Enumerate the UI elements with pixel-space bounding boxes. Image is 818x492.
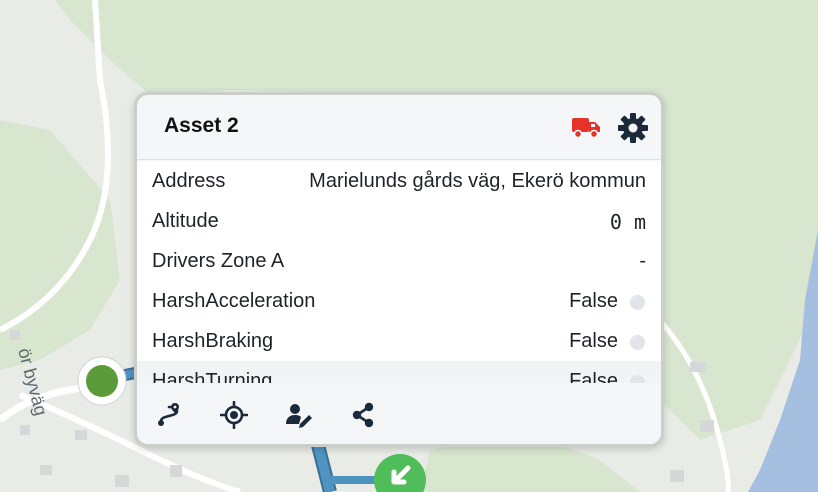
row-label: HarshBraking (152, 330, 274, 352)
row-harsh-turning: HarshTurning False (137, 361, 661, 383)
row-value: - (639, 250, 646, 272)
attribute-list[interactable]: Address Marielunds gårds väg, Ekerö komm… (137, 161, 661, 383)
asset-popup: Asset 2 Address Marielunds gårds väg, Ek… (134, 92, 664, 447)
status-indicator (630, 295, 645, 310)
row-value: 0 m (609, 210, 646, 234)
popup-actions (137, 383, 661, 444)
asset-title: Asset 2 (164, 114, 239, 137)
popup-header: Asset 2 (137, 95, 661, 160)
assign-driver-icon[interactable] (285, 401, 313, 429)
start-marker[interactable] (76, 355, 128, 407)
locate-icon[interactable] (220, 401, 248, 429)
row-label: HarshAcceleration (152, 290, 316, 312)
route-icon[interactable] (155, 401, 183, 429)
row-harsh-braking: HarshBraking False (137, 321, 661, 361)
row-label: HarshTurning (152, 370, 273, 383)
vehicle-marker[interactable] (372, 452, 428, 492)
row-address: Address Marielunds gårds väg, Ekerö komm… (137, 161, 661, 201)
row-value: False (569, 290, 618, 312)
status-indicator (630, 335, 645, 350)
truck-icon (572, 118, 600, 139)
row-altitude: Altitude 0 m (137, 201, 661, 241)
row-value: False (569, 370, 618, 383)
row-value: Marielunds gårds väg, Ekerö kommun (309, 170, 646, 192)
row-label: Drivers Zone A (152, 250, 285, 272)
row-harsh-acceleration: HarshAcceleration False (137, 281, 661, 321)
row-drivers-zone: Drivers Zone A - (137, 241, 661, 281)
row-label: Address (152, 170, 226, 192)
share-icon[interactable] (349, 401, 377, 429)
status-indicator (630, 375, 645, 383)
row-value: False (569, 330, 618, 352)
gear-icon[interactable] (617, 112, 649, 144)
row-label: Altitude (152, 210, 219, 232)
